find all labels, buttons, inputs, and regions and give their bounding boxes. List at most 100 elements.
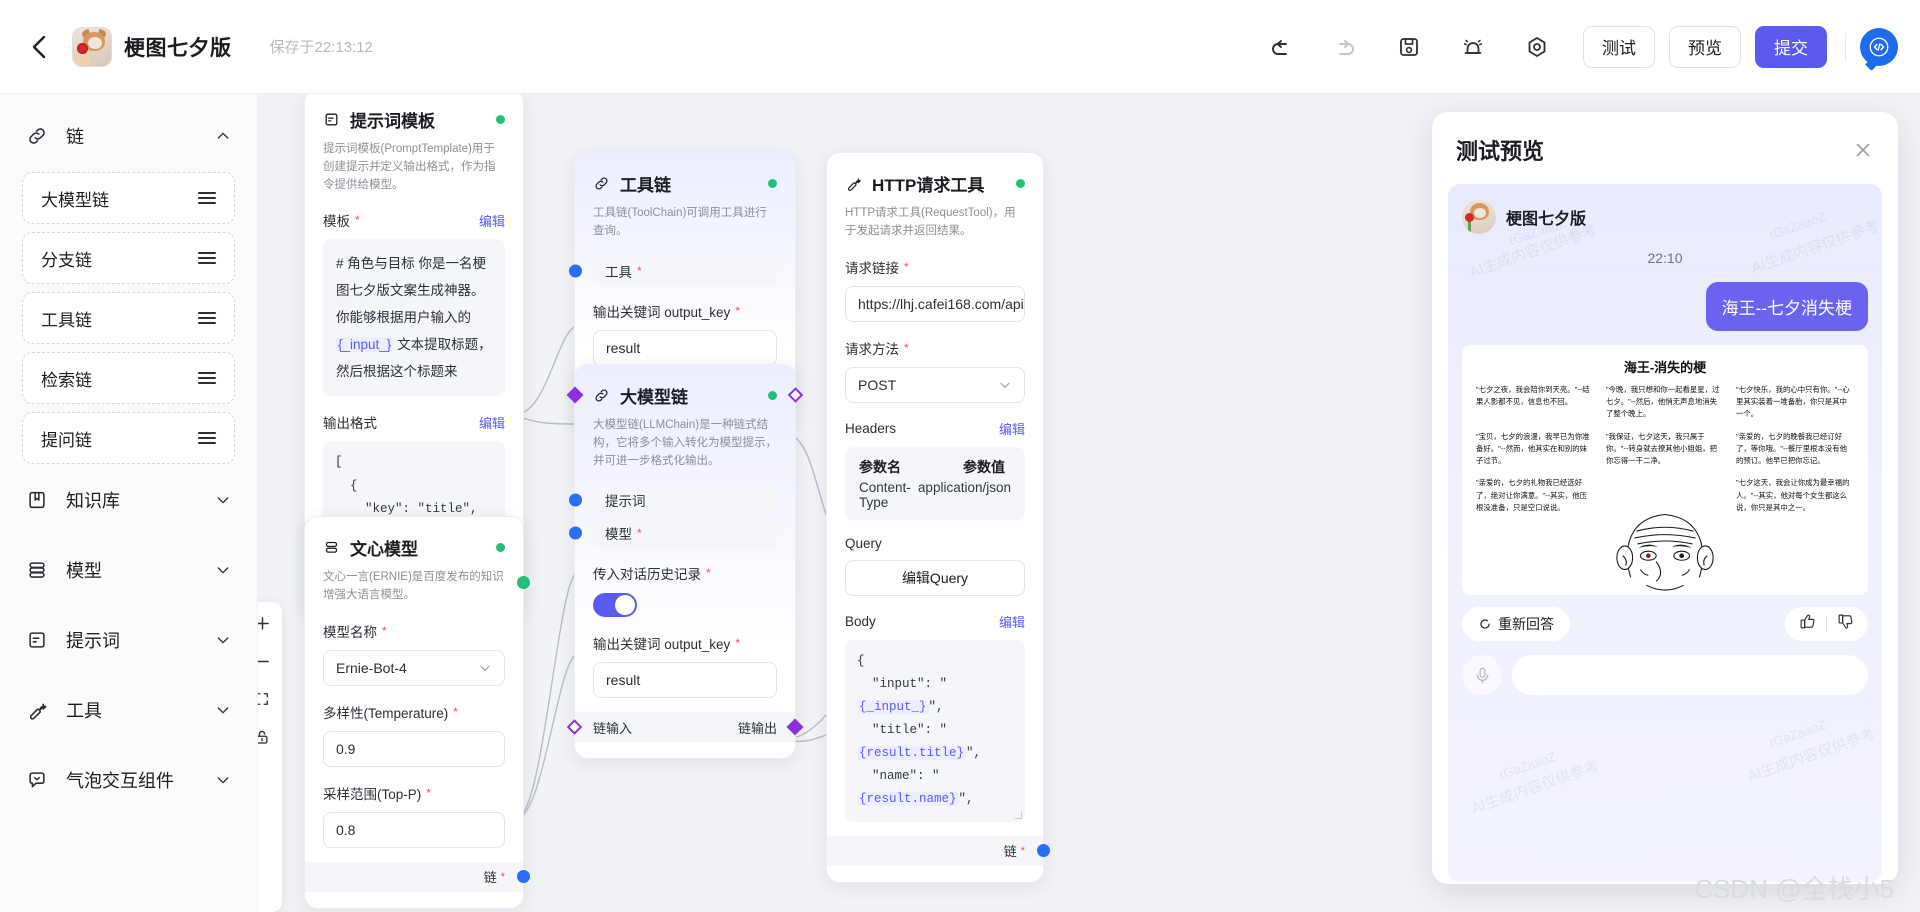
output-key-input[interactable]: result bbox=[593, 662, 777, 699]
chevron-down-icon bbox=[215, 772, 231, 788]
url-input[interactable]: https://lhj.cafei168.com/api/Ag bbox=[845, 285, 1025, 322]
body-edit-link[interactable]: 编辑 bbox=[999, 612, 1025, 631]
drag-handle-icon[interactable] bbox=[198, 252, 216, 264]
settings-button[interactable] bbox=[1516, 26, 1558, 68]
chat-input-row bbox=[1462, 655, 1868, 695]
body-line-pre: "name": " bbox=[857, 769, 940, 784]
undo-icon bbox=[1272, 39, 1287, 55]
message-timestamp: 22:10 bbox=[1647, 250, 1683, 266]
headers-table-header: 参数名 参数值 bbox=[859, 457, 1011, 477]
template-edit-link[interactable]: 编辑 bbox=[479, 211, 505, 230]
output-format-edit-link[interactable]: 编辑 bbox=[479, 413, 505, 432]
test-button[interactable]: 测试 bbox=[1583, 25, 1655, 68]
port-out-pin[interactable] bbox=[516, 576, 530, 590]
zoom-in-button[interactable] bbox=[258, 612, 276, 634]
link-icon bbox=[593, 175, 610, 192]
sidebar-group-model[interactable]: 模型 bbox=[0, 542, 257, 598]
headers-edit-link[interactable]: 编辑 bbox=[999, 419, 1025, 438]
zoom-out-button[interactable] bbox=[258, 650, 276, 672]
slot-tool-pin[interactable] bbox=[569, 264, 582, 278]
sidebar-group-prompt[interactable]: 提示词 bbox=[0, 612, 257, 668]
sidebar-item-question-chain[interactable]: 提问链 bbox=[22, 412, 235, 464]
meme-image[interactable]: 海王-消失的梗 "七夕之夜，我会陪你到天亮。"--结果人影都不见，信息也不回。 … bbox=[1462, 345, 1868, 595]
sidebar-group-label: 知识库 bbox=[66, 491, 120, 511]
body-line-pre: "title": " bbox=[857, 723, 948, 737]
sidebar-item-retrieval-chain[interactable]: 检索链 bbox=[22, 352, 235, 404]
node-description: 工具链(ToolChain)可调用工具进行查询。 bbox=[593, 207, 767, 237]
drag-handle-icon[interactable] bbox=[198, 432, 216, 444]
sidebar-item-tool-chain[interactable]: 工具链 bbox=[22, 292, 235, 344]
body-line-post: ", bbox=[966, 746, 982, 761]
model-name-select[interactable]: Ernie-Bot-4 bbox=[323, 649, 505, 686]
node-ernie-model[interactable]: 文心模型 文心一言(ERNIE)是百度发布的知识增强大语言模型。 模型名称 * … bbox=[304, 516, 530, 909]
body-code[interactable]: { "input": "{_input_} ", "title": "{resul… bbox=[845, 639, 1025, 822]
body-line-post: ", bbox=[928, 699, 944, 714]
node-title: 文心模型 bbox=[350, 540, 418, 559]
slot-model[interactable]: 模型 * bbox=[569, 519, 777, 548]
node-http-tool[interactable]: HTTP请求工具 HTTP请求工具(RequestTool)，用于发起请求并返回… bbox=[826, 152, 1050, 883]
code-badge-button[interactable] bbox=[1860, 27, 1898, 66]
url-field-label: 请求链接 * bbox=[827, 241, 1043, 277]
drag-handle-icon[interactable] bbox=[198, 312, 216, 324]
chain-out-port[interactable] bbox=[786, 718, 804, 736]
link-icon bbox=[593, 387, 610, 404]
node-title: 提示词模板 bbox=[350, 112, 435, 131]
slot-tool[interactable]: 工具 * bbox=[569, 256, 777, 285]
alarm-button[interactable] bbox=[1452, 26, 1494, 68]
headers-field-label: Headers 编辑 bbox=[827, 403, 1043, 438]
fit-view-button[interactable] bbox=[258, 688, 276, 710]
header-key: Content-Type bbox=[859, 479, 911, 510]
microphone-button[interactable] bbox=[1462, 655, 1502, 695]
method-select[interactable]: POST bbox=[845, 366, 1025, 403]
topp-input[interactable]: 0.8 bbox=[323, 811, 505, 848]
method-field-label: 请求方法 * bbox=[827, 322, 1043, 358]
close-icon bbox=[1856, 143, 1870, 157]
slot-prompt[interactable]: 提示词 bbox=[569, 486, 777, 515]
note-icon bbox=[26, 629, 52, 651]
table-row: Content-Type application/json bbox=[859, 477, 1011, 510]
chain-in-port[interactable] bbox=[566, 719, 583, 736]
sidebar-item-llm-chain[interactable]: 大模型链 bbox=[22, 172, 235, 224]
history-toggle[interactable] bbox=[593, 593, 637, 618]
user-message-row: 海王--七夕消失梗 bbox=[1462, 266, 1868, 331]
slot-prompt-pin[interactable] bbox=[569, 493, 582, 507]
redo-button[interactable] bbox=[1324, 26, 1366, 68]
output-key-input[interactable]: result bbox=[593, 329, 777, 366]
dislike-button[interactable] bbox=[1837, 613, 1854, 635]
slot-model-pin[interactable] bbox=[569, 526, 582, 540]
preview-button[interactable]: 预览 bbox=[1669, 25, 1741, 68]
watermark-text: rGaZaaoZ bbox=[1767, 716, 1829, 751]
sidebar-group-bubble[interactable]: 气泡交互组件 bbox=[0, 752, 257, 808]
lock-button[interactable] bbox=[258, 726, 276, 748]
port-out-pin[interactable] bbox=[1036, 844, 1050, 857]
sidebar-item-branch-chain[interactable]: 分支链 bbox=[22, 232, 235, 284]
drag-handle-icon[interactable] bbox=[198, 192, 216, 204]
regenerate-button[interactable]: 重新回答 bbox=[1462, 607, 1570, 641]
history-field-label: 传入对话历史记录 * bbox=[575, 547, 795, 583]
port-out-pin[interactable] bbox=[516, 870, 530, 884]
drag-handle-icon[interactable] bbox=[198, 372, 216, 384]
undo-button[interactable] bbox=[1260, 26, 1302, 68]
node-footer bbox=[575, 742, 795, 758]
preview-header: 测试预览 bbox=[1432, 112, 1898, 176]
close-button[interactable] bbox=[1852, 139, 1874, 161]
sidebar-group-tools[interactable]: 工具 bbox=[0, 682, 257, 738]
chevron-down-icon bbox=[998, 378, 1012, 392]
submit-button[interactable]: 提交 bbox=[1755, 25, 1827, 68]
required-mark: * bbox=[706, 566, 711, 581]
save-button[interactable] bbox=[1388, 26, 1430, 68]
template-value[interactable]: # 角色与目标 你是一名梗图七夕版文案生成神器。 你能够根据用户输入的 {_in… bbox=[323, 239, 505, 397]
sidebar-item-label: 提问链 bbox=[41, 430, 92, 450]
chat-input[interactable] bbox=[1512, 655, 1868, 695]
sidebar-group-label: 气泡交互组件 bbox=[66, 771, 174, 791]
sidebar-group-chain[interactable]: 链 bbox=[0, 108, 257, 164]
node-llm-chain[interactable]: 大模型链 大模型链(LLMChain)是一种链式结构，它将多个输入转化为模型提示… bbox=[566, 364, 804, 760]
temperature-input[interactable]: 0.9 bbox=[323, 730, 505, 767]
sidebar-group-knowledge[interactable]: 知识库 bbox=[0, 472, 257, 528]
meme-face-illustration bbox=[1616, 513, 1714, 591]
edit-query-button[interactable]: 编辑Query bbox=[845, 559, 1025, 596]
like-button[interactable] bbox=[1799, 613, 1816, 635]
back-button[interactable] bbox=[16, 24, 62, 70]
required-mark: * bbox=[735, 636, 740, 651]
port-out-label: 链 bbox=[1003, 844, 1017, 859]
